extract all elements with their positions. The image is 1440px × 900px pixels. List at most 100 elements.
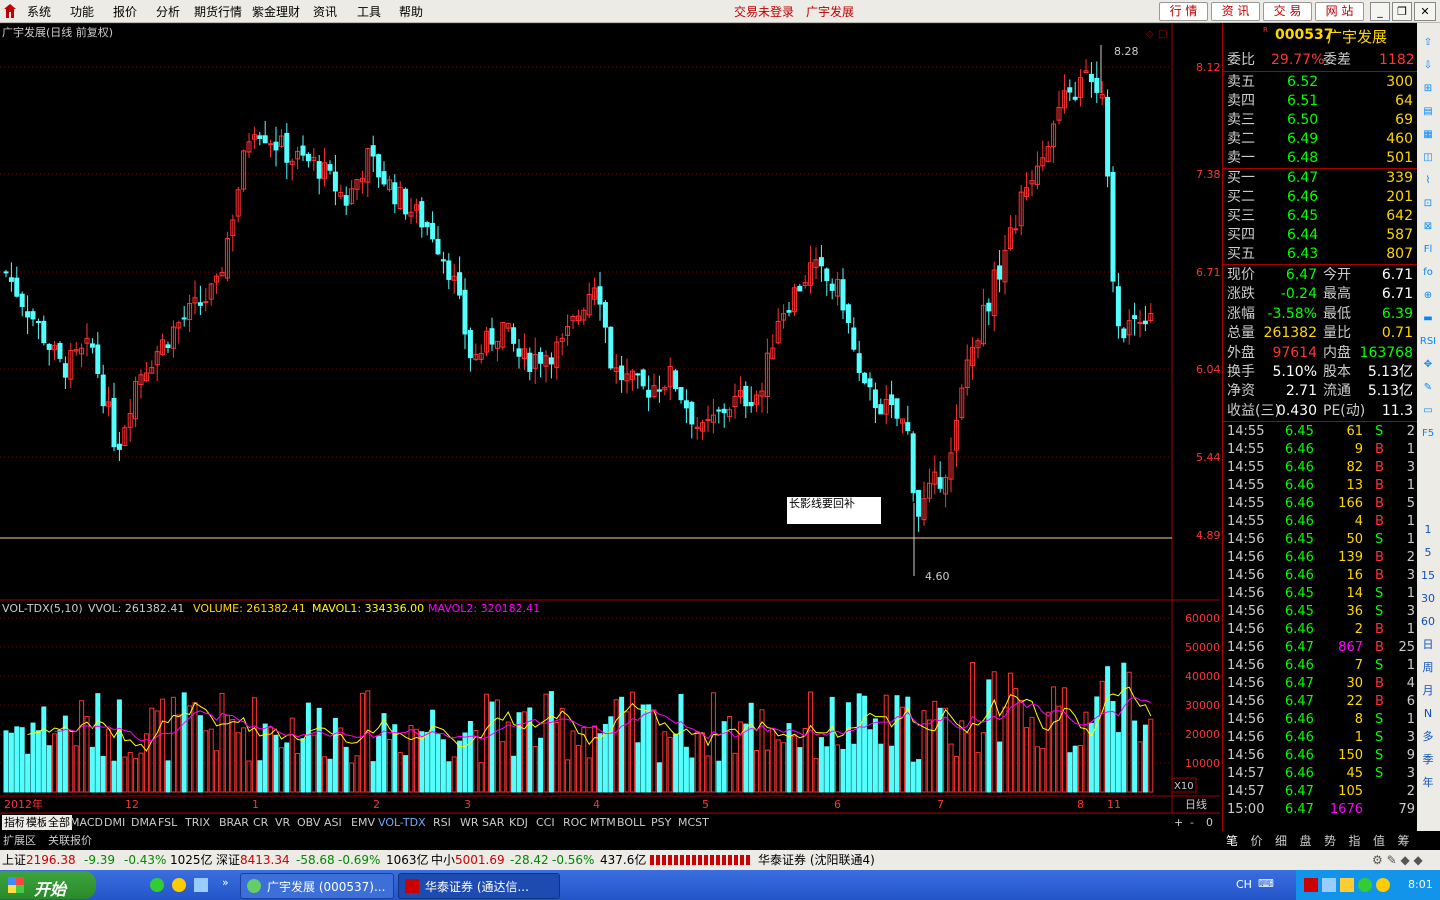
tray-app-icon[interactable] bbox=[1304, 878, 1318, 892]
indicator-tab[interactable]: BRAR bbox=[217, 815, 251, 830]
toolbar-tool-icon[interactable]: ✎ bbox=[1419, 378, 1437, 398]
indicator-tab[interactable]: PSY bbox=[649, 815, 673, 830]
ext-area-tab[interactable]: 扩展区 bbox=[3, 832, 36, 848]
period-button[interactable]: N bbox=[1419, 704, 1437, 724]
taskbar-item-broker[interactable]: 华泰证券 (通达信... bbox=[398, 873, 560, 899]
quicklaunch-ie-icon[interactable] bbox=[150, 878, 164, 892]
toolbar-tool-icon[interactable]: ✥ bbox=[1419, 355, 1437, 375]
toolbar-tool-icon[interactable]: RSI bbox=[1419, 332, 1437, 352]
quote-detail-tab[interactable]: 盘 bbox=[1300, 832, 1312, 849]
toolbar-tool-icon[interactable]: ▦ bbox=[1419, 125, 1437, 145]
sell-level-row[interactable]: 卖二 6.49 460 bbox=[1225, 130, 1415, 149]
period-button[interactable]: 30 bbox=[1419, 589, 1437, 609]
quicklaunch-expand-icon[interactable]: » bbox=[222, 876, 229, 889]
menu-futures[interactable]: 期货行情 bbox=[194, 3, 242, 20]
sell-level-row[interactable]: 卖一 6.48 501 bbox=[1225, 149, 1415, 168]
indicator-tab[interactable]: FSL bbox=[156, 815, 179, 830]
toolbar-tool-icon[interactable]: ⇧ bbox=[1419, 33, 1437, 53]
minimize-icon[interactable]: _ bbox=[1370, 2, 1390, 21]
indicator-tab[interactable]: CR bbox=[251, 815, 270, 830]
indicator-tab[interactable]: VR bbox=[273, 815, 292, 830]
indicator-tab[interactable]: EMV bbox=[349, 815, 377, 830]
period-button[interactable]: 5 bbox=[1419, 543, 1437, 563]
quote-detail-tab[interactable]: 笔 bbox=[1226, 832, 1238, 849]
buy-level-row[interactable]: 买一 6.47 339 bbox=[1225, 169, 1415, 188]
period-button[interactable]: 日 bbox=[1419, 635, 1437, 655]
close-panel-icon[interactable]: □ bbox=[1158, 29, 1167, 40]
tray-network-icon[interactable] bbox=[1322, 878, 1336, 892]
language-indicator[interactable]: CH bbox=[1236, 878, 1252, 891]
buy-level-row[interactable]: 买三 6.45 642 bbox=[1225, 207, 1415, 226]
quote-detail-tab[interactable]: 势 bbox=[1324, 832, 1336, 849]
menu-help[interactable]: 帮助 bbox=[399, 3, 423, 20]
taskbar-item-stock[interactable]: 广宇发展 (000537)... bbox=[240, 873, 394, 899]
toolbar-tool-icon[interactable]: ⊞ bbox=[1419, 79, 1437, 99]
menu-news[interactable]: 资讯 bbox=[313, 3, 337, 20]
buy-level-row[interactable]: 买四 6.44 587 bbox=[1225, 226, 1415, 245]
quote-detail-tab[interactable]: 细 bbox=[1275, 832, 1287, 849]
indicator-tab[interactable]: SAR bbox=[480, 815, 506, 830]
quote-detail-tab[interactable]: 值 bbox=[1373, 832, 1385, 849]
indicator-tab[interactable]: WR bbox=[458, 815, 481, 830]
indicator-tab[interactable]: CCI bbox=[534, 815, 557, 830]
toolbar-tool-icon[interactable]: Fl bbox=[1419, 240, 1437, 260]
period-button[interactable]: 周 bbox=[1419, 658, 1437, 678]
quote-detail-tab[interactable]: 筹 bbox=[1398, 832, 1410, 849]
quote-tab-button[interactable]: 行 情 bbox=[1159, 2, 1208, 21]
tab-control-button[interactable]: 0 bbox=[1204, 815, 1215, 830]
indicator-tab[interactable]: ROC bbox=[561, 815, 589, 830]
quote-detail-tab[interactable]: 指 bbox=[1349, 832, 1361, 849]
period-button[interactable]: 季 bbox=[1419, 750, 1437, 770]
period-button[interactable]: 60 bbox=[1419, 612, 1437, 632]
toolbar-tool-icon[interactable]: ⊕ bbox=[1419, 286, 1437, 306]
menu-quote[interactable]: 报价 bbox=[113, 3, 137, 20]
buy-level-row[interactable]: 买五 6.43 807 bbox=[1225, 245, 1415, 264]
sell-level-row[interactable]: 卖四 6.51 64 bbox=[1225, 92, 1415, 111]
quote-detail-tab[interactable]: 价 bbox=[1251, 832, 1263, 849]
indicator-tab[interactable]: BOLL bbox=[615, 815, 647, 830]
news-tab-button[interactable]: 资 讯 bbox=[1211, 2, 1260, 21]
tray-security-icon[interactable] bbox=[1358, 878, 1372, 892]
tab-control-button[interactable]: + bbox=[1172, 815, 1185, 830]
toolbar-tool-icon[interactable]: ▬ bbox=[1419, 309, 1437, 329]
close-icon[interactable]: ✕ bbox=[1414, 2, 1436, 21]
indicator-tab[interactable]: OBV bbox=[295, 815, 322, 830]
indicator-tab[interactable]: RSI bbox=[431, 815, 453, 830]
quicklaunch-desktop-icon[interactable] bbox=[194, 878, 208, 892]
period-button[interactable]: 月 bbox=[1419, 681, 1437, 701]
start-button[interactable]: 开始 bbox=[0, 871, 96, 899]
toolbar-tool-icon[interactable]: ▤ bbox=[1419, 102, 1437, 122]
period-button[interactable]: 年 bbox=[1419, 773, 1437, 793]
period-button[interactable]: 1 bbox=[1419, 520, 1437, 540]
indicator-tab[interactable]: DMI bbox=[102, 815, 127, 830]
toolbar-tool-icon[interactable]: ◫ bbox=[1419, 148, 1437, 168]
menu-tools[interactable]: 工具 bbox=[357, 3, 381, 20]
toolbar-tool-icon[interactable]: ⊠ bbox=[1419, 217, 1437, 237]
toolbar-tool-icon[interactable]: F5 bbox=[1419, 424, 1437, 444]
menu-analysis[interactable]: 分析 bbox=[156, 3, 180, 20]
sell-level-row[interactable]: 卖五 6.52 300 bbox=[1225, 73, 1415, 92]
sell-level-row[interactable]: 卖三 6.50 69 bbox=[1225, 111, 1415, 130]
toolbar-tool-icon[interactable]: ▭ bbox=[1419, 401, 1437, 421]
trade-tab-button[interactable]: 交 易 bbox=[1263, 2, 1312, 21]
tab-control-button[interactable]: - bbox=[1188, 815, 1196, 830]
indicator-tab[interactable]: KDJ bbox=[507, 815, 530, 830]
period-button[interactable]: 15 bbox=[1419, 566, 1437, 586]
indicator-tab[interactable]: ASI bbox=[322, 815, 344, 830]
related-quote-tab[interactable]: 关联报价 bbox=[48, 832, 92, 848]
toolbar-tool-icon[interactable]: ⇩ bbox=[1419, 56, 1437, 76]
indicator-tab[interactable]: TRIX bbox=[183, 815, 212, 830]
toolbar-tool-icon[interactable]: ⊡ bbox=[1419, 194, 1437, 214]
quicklaunch-add-icon[interactable] bbox=[172, 878, 186, 892]
indicator-tab[interactable]: DMA bbox=[129, 815, 159, 830]
website-tab-button[interactable]: 网 站 bbox=[1315, 2, 1364, 21]
toolbar-tool-icon[interactable]: fo bbox=[1419, 263, 1437, 283]
kline-chart[interactable]: 广宇发展(日线 前复权) ◇ □ 长影线要回补 8.28 4.60 VOL-TD… bbox=[0, 23, 1220, 831]
tray-add-icon[interactable] bbox=[1376, 878, 1390, 892]
restore-icon[interactable]: ❐ bbox=[1392, 2, 1412, 21]
menu-system[interactable]: 系统 bbox=[27, 3, 51, 20]
indicator-tab[interactable]: MCST bbox=[676, 815, 711, 830]
menu-wealth[interactable]: 紫金理财 bbox=[252, 3, 300, 20]
indicator-tab[interactable]: VOL-TDX bbox=[376, 815, 428, 830]
toolbar-tool-icon[interactable]: ⌇ bbox=[1419, 171, 1437, 191]
